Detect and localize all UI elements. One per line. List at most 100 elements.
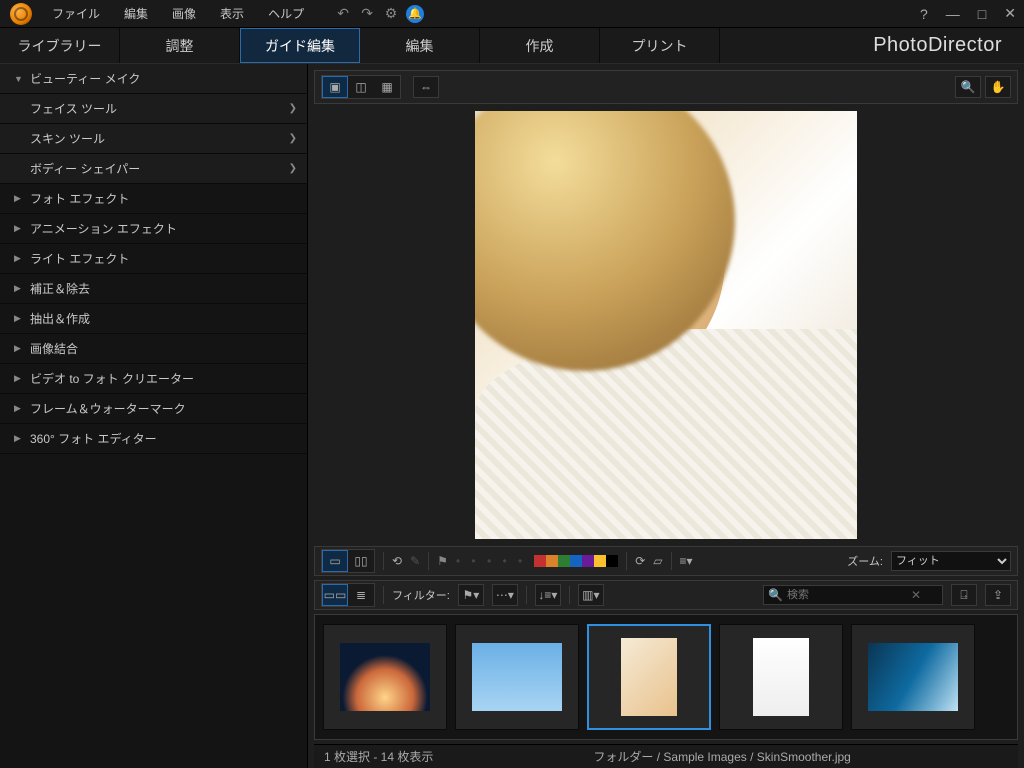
mirror-icon[interactable]: ⇔: [413, 76, 439, 98]
maximize-icon[interactable]: □: [974, 4, 990, 24]
undo-icon[interactable]: ↶: [334, 5, 352, 23]
canvas[interactable]: [314, 108, 1018, 542]
tab-create[interactable]: 作成: [480, 28, 600, 63]
sidebar-frame[interactable]: ▶フレーム＆ウォーターマーク: [0, 394, 307, 424]
redo-icon[interactable]: ↷: [358, 5, 376, 23]
chevron-right-icon: ❯: [289, 103, 297, 114]
view-split-icon[interactable]: ◫: [348, 76, 374, 98]
color-swatch[interactable]: [570, 555, 582, 567]
crop-icon[interactable]: ✎: [410, 554, 420, 568]
sidebar-skin-tools[interactable]: スキン ツール❯: [0, 124, 307, 154]
tab-guided[interactable]: ガイド編集: [240, 28, 360, 63]
sort-icon[interactable]: ≡▾: [680, 554, 693, 568]
view-grid-icon[interactable]: ▦: [374, 76, 400, 98]
chevron-right-icon: ▶: [14, 373, 24, 384]
share-icon[interactable]: ⇪: [985, 584, 1011, 606]
color-swatch[interactable]: [534, 555, 546, 567]
sidebar-beauty[interactable]: ▼ ビューティー メイク: [0, 64, 307, 94]
viewer-toolbar: ▣ ◫ ▦ ⇔ 🔍 ✋: [314, 70, 1018, 104]
bell-icon[interactable]: 🔔: [406, 5, 424, 23]
browser-toolbar: ▭▭ ≣ フィルター: ⚑▾ ⋯▾ ↓≡▾ ▥▾ 🔍 ✕ ⍈ ⇪: [314, 580, 1018, 610]
sidebar-face-tools[interactable]: フェイス ツール❯: [0, 94, 307, 124]
thumb-3-selected[interactable]: [587, 624, 711, 730]
close-icon[interactable]: ✕: [1000, 3, 1020, 24]
thumb-4[interactable]: [719, 624, 843, 730]
app-logo: [10, 3, 32, 25]
color-swatch[interactable]: [582, 555, 594, 567]
tab-adjust[interactable]: 調整: [120, 28, 240, 63]
gear-icon[interactable]: ⚙: [382, 5, 400, 23]
chevron-down-icon: ▼: [14, 74, 24, 84]
chevron-right-icon: ▶: [14, 253, 24, 264]
chevron-right-icon: ▶: [14, 343, 24, 354]
chevron-right-icon: ▶: [14, 403, 24, 414]
color-swatch[interactable]: [606, 555, 618, 567]
preview-image: [475, 111, 857, 539]
filter-label: フィルター:: [392, 587, 450, 603]
sidebar-video-to-photo[interactable]: ▶ビデオ to フォト クリエーター: [0, 364, 307, 394]
rating-toolbar: ▭ ▯▯ ⟲ ✎ ⚑ • • • • • ⟳ ▱ ≡▾ ズーム: フィット: [314, 546, 1018, 576]
stack-icon[interactable]: ▥▾: [578, 584, 604, 606]
menu-file[interactable]: ファイル: [42, 2, 110, 25]
chevron-right-icon: ❯: [289, 163, 297, 174]
sidebar-extract[interactable]: ▶抽出＆作成: [0, 304, 307, 334]
clear-search-icon[interactable]: ✕: [911, 588, 921, 602]
sidebar: ▼ ビューティー メイク フェイス ツール❯ スキン ツール❯ ボディー シェイ…: [0, 64, 308, 768]
zoom-label: ズーム:: [847, 553, 883, 569]
sidebar-body-shaper[interactable]: ボディー シェイパー❯: [0, 154, 307, 184]
minimize-icon[interactable]: —: [942, 4, 964, 24]
export-icon[interactable]: ⍈: [951, 584, 977, 606]
color-labels[interactable]: [534, 555, 618, 567]
help-icon[interactable]: ?: [916, 4, 932, 24]
search-input[interactable]: [787, 589, 907, 601]
tab-library[interactable]: ライブラリー: [0, 28, 120, 63]
filmstrip[interactable]: [314, 614, 1018, 740]
compare-after-icon[interactable]: ▯▯: [348, 550, 374, 572]
zoom-tool-icon[interactable]: 🔍: [955, 76, 981, 98]
thumb-view-icon[interactable]: ▭▭: [322, 584, 348, 606]
search-box[interactable]: 🔍 ✕: [763, 585, 943, 605]
thumb-1[interactable]: [323, 624, 447, 730]
thumb-5[interactable]: [851, 624, 975, 730]
tab-edit[interactable]: 編集: [360, 28, 480, 63]
sidebar-animation-effect[interactable]: ▶アニメーション エフェクト: [0, 214, 307, 244]
selection-count: 1 枚選択 - 14 枚表示: [324, 748, 433, 765]
rotate-cw-icon[interactable]: ⟳: [635, 554, 645, 568]
color-swatch[interactable]: [594, 555, 606, 567]
flag-icon[interactable]: ⚑: [437, 554, 448, 568]
sidebar-360[interactable]: ▶360° フォト エディター: [0, 424, 307, 454]
menu-edit[interactable]: 編集: [114, 2, 158, 25]
mode-tabbar: ライブラリー 調整 ガイド編集 編集 作成 プリント PhotoDirector: [0, 28, 1024, 64]
search-icon: 🔍: [768, 588, 783, 602]
chevron-right-icon: ▶: [14, 433, 24, 444]
rotate-left-icon[interactable]: ⟲: [392, 554, 402, 568]
color-swatch[interactable]: [558, 555, 570, 567]
tab-print[interactable]: プリント: [600, 28, 720, 63]
thumb-2[interactable]: [455, 624, 579, 730]
filter-flag-icon[interactable]: ⚑▾: [458, 584, 484, 606]
menu-help[interactable]: ヘルプ: [258, 2, 314, 25]
color-swatch[interactable]: [546, 555, 558, 567]
menu-image[interactable]: 画像: [162, 2, 206, 25]
pan-tool-icon[interactable]: ✋: [985, 76, 1011, 98]
status-bar: 1 枚選択 - 14 枚表示 フォルダー / Sample Images / S…: [314, 744, 1018, 768]
sidebar-merge[interactable]: ▶画像結合: [0, 334, 307, 364]
sidebar-light-effect[interactable]: ▶ライト エフェクト: [0, 244, 307, 274]
chevron-right-icon: ▶: [14, 313, 24, 324]
flip-icon[interactable]: ▱: [653, 554, 662, 568]
menu-view[interactable]: 表示: [210, 2, 254, 25]
zoom-select[interactable]: フィット: [891, 551, 1011, 571]
filter-more-icon[interactable]: ⋯▾: [492, 584, 518, 606]
sidebar-correct[interactable]: ▶補正＆除去: [0, 274, 307, 304]
sidebar-photo-effect[interactable]: ▶フォト エフェクト: [0, 184, 307, 214]
sort-order-icon[interactable]: ↓≡▾: [535, 584, 561, 606]
rating-dots[interactable]: • • • • •: [456, 554, 526, 568]
compare-before-icon[interactable]: ▭: [322, 550, 348, 572]
list-view-icon[interactable]: ≣: [348, 584, 374, 606]
chevron-right-icon: ▶: [14, 193, 24, 204]
menu-bar: ファイル 編集 画像 表示 ヘルプ: [42, 2, 314, 25]
view-single-icon[interactable]: ▣: [322, 76, 348, 98]
chevron-right-icon: ▶: [14, 283, 24, 294]
sidebar-label: ビューティー メイク: [30, 70, 140, 87]
chevron-right-icon: ▶: [14, 223, 24, 234]
